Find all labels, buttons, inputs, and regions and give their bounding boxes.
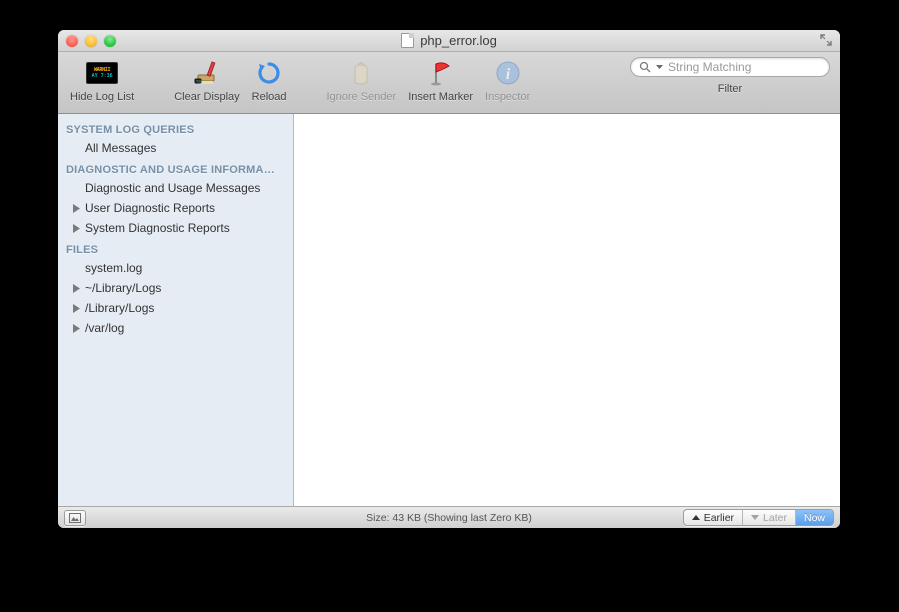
image-icon [69,513,81,523]
minimize-button[interactable] [85,35,97,47]
statusbar: Size: 43 KB (Showing last Zero KB) Earli… [58,506,840,528]
now-button[interactable]: Now [796,510,833,525]
filter-label: Filter [718,83,742,95]
info-icon: i [492,57,524,89]
fullscreen-button[interactable] [820,34,832,46]
triangle-down-icon [751,515,759,520]
insert-marker-button[interactable]: Insert Marker [402,57,479,103]
section-header: FILES [58,238,293,258]
traffic-lights [58,35,116,47]
earlier-button[interactable]: Earlier [684,510,743,525]
later-button[interactable]: Later [743,510,796,525]
search-input[interactable]: String Matching [630,57,830,77]
time-nav-segment: Earlier Later Now [683,509,834,526]
disclosure-triangle-icon[interactable] [72,224,81,233]
ignore-sender-button[interactable]: Ignore Sender [321,57,403,103]
hide-log-list-button[interactable]: WARNIIAY 7:36 Hide Log List [64,57,140,103]
svg-text:7:36: 7:36 [196,80,202,84]
brush-icon: 7:36 [191,57,223,89]
sidebar: SYSTEM LOG QUERIES All Messages DIAGNOST… [58,114,294,506]
sidebar-item-system-diag-reports[interactable]: System Diagnostic Reports [58,218,293,238]
sidebar-item-all-messages[interactable]: All Messages [58,138,293,158]
zoom-button[interactable] [104,35,116,47]
section-header: DIAGNOSTIC AND USAGE INFORMA… [58,158,293,178]
disclosure-triangle-icon[interactable] [72,204,81,213]
search-icon [639,61,651,73]
console-window: php_error.log WARNIIAY 7:36 Hide Log Lis… [58,30,840,528]
sidebar-item-system-log[interactable]: system.log [58,258,293,278]
disclosure-triangle-icon[interactable] [72,324,81,333]
sidebar-item-user-library-logs[interactable]: ~/Library/Logs [58,278,293,298]
console-log-icon: WARNIIAY 7:36 [86,62,118,84]
sidebar-item-library-logs[interactable]: /Library/Logs [58,298,293,318]
triangle-up-icon [692,515,700,520]
toolbar: WARNIIAY 7:36 Hide Log List 7:36 Clear D… [58,52,840,114]
disclosure-triangle-icon[interactable] [72,284,81,293]
search-placeholder: String Matching [668,60,821,74]
reload-icon [253,57,285,89]
close-button[interactable] [66,35,78,47]
body: SYSTEM LOG QUERIES All Messages DIAGNOST… [58,114,840,506]
titlebar: php_error.log [58,30,840,52]
log-content-area[interactable] [294,114,840,506]
sidebar-item-user-diag-reports[interactable]: User Diagnostic Reports [58,198,293,218]
flag-icon [425,57,457,89]
window-title: php_error.log [420,33,497,48]
clear-display-button[interactable]: 7:36 Clear Display [168,57,245,103]
disclosure-triangle-icon[interactable] [72,304,81,313]
reload-button[interactable]: Reload [246,57,293,103]
document-icon [401,33,414,48]
sidebar-item-diag-usage-messages[interactable]: Diagnostic and Usage Messages [58,178,293,198]
thumbnail-toggle-button[interactable] [64,510,86,526]
svg-text:i: i [505,66,510,83]
inspector-button[interactable]: i Inspector [479,57,536,103]
section-header: SYSTEM LOG QUERIES [58,118,293,138]
sidebar-item-var-log[interactable]: /var/log [58,318,293,338]
chevron-down-icon [656,65,663,70]
trash-bag-icon [345,57,377,89]
